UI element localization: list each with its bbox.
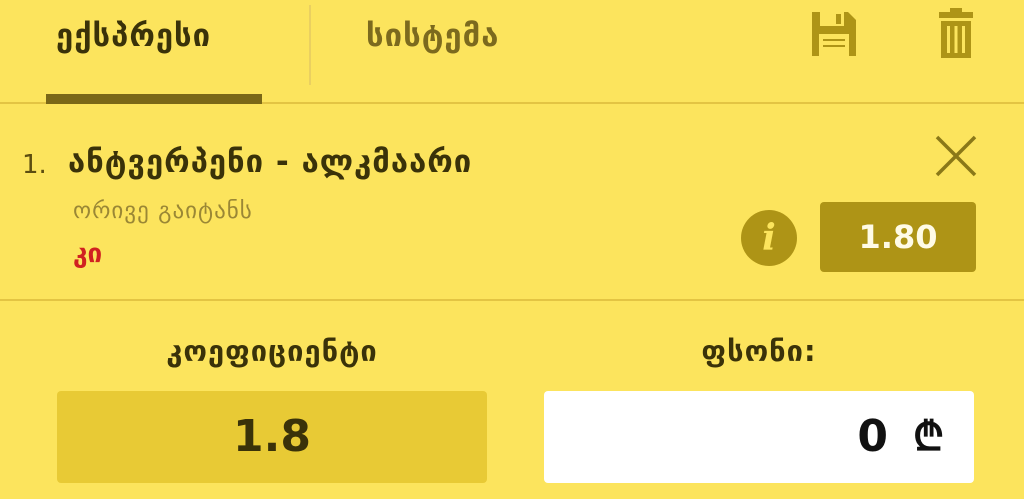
coefficient-label: კოეფიციენტი: [166, 334, 378, 368]
trash-icon[interactable]: [937, 8, 975, 58]
bet-number: 1.: [22, 150, 47, 180]
stake-input[interactable]: 0 ₾: [544, 391, 974, 483]
event-name: ანტვერპენი - ალკმაარი: [68, 144, 473, 180]
tab-divider: [309, 5, 311, 85]
market-name: ორივე გაიტანს: [73, 198, 253, 224]
active-tab-indicator: [46, 94, 262, 104]
lari-currency-icon: ₾: [913, 414, 944, 460]
stake-label: ფსონი:: [701, 334, 817, 368]
selection-pick: კი: [73, 239, 103, 269]
bet-slip-tabs: ექსპრესი სისტემა: [0, 0, 1024, 104]
odds-badge[interactable]: 1.80: [820, 202, 976, 272]
stake-amount: 0: [857, 411, 888, 462]
tab-system[interactable]: სისტემა: [366, 18, 499, 54]
coefficient-value: 1.8: [57, 391, 487, 483]
close-icon[interactable]: [934, 134, 978, 178]
info-icon[interactable]: i: [741, 210, 797, 266]
floppy-disk-icon[interactable]: [810, 10, 858, 58]
tab-express[interactable]: ექსპრესი: [56, 18, 211, 54]
bet-selection: 1. ანტვერპენი - ალკმაარი ორივე გაიტანს კ…: [0, 104, 1024, 301]
